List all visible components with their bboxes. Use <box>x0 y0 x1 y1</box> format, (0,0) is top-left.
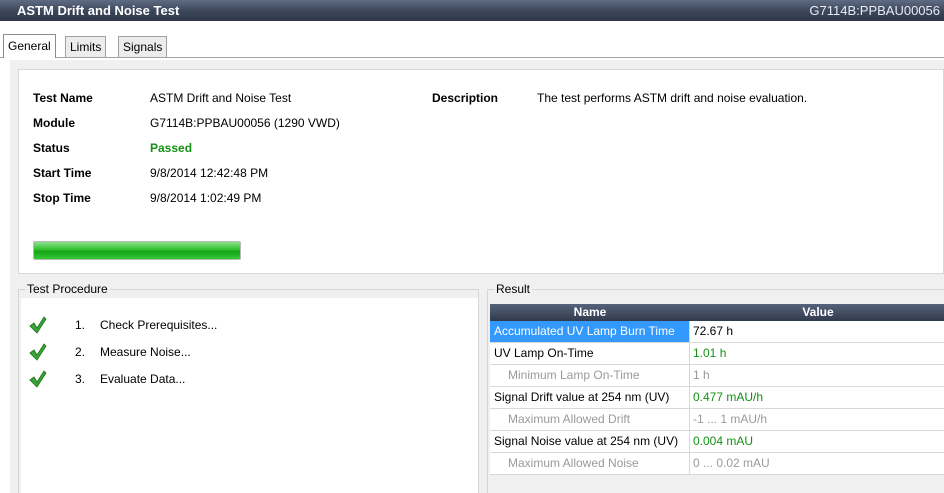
column-header-name[interactable]: Name <box>490 305 690 319</box>
table-row[interactable]: Accumulated UV Lamp Burn Time 72.67 h <box>490 321 944 343</box>
test-info-panel: Test Name ASTM Drift and Noise Test Modu… <box>18 69 944 274</box>
status-value: Passed <box>150 141 193 155</box>
result-name-cell: Maximum Allowed Noise <box>490 453 690 474</box>
step-label: Evaluate Data... <box>100 372 186 386</box>
window-title: ASTM Drift and Noise Test <box>17 3 180 18</box>
start-time-label: Start Time <box>33 166 92 180</box>
column-header-value[interactable]: Value <box>692 305 944 319</box>
table-row[interactable]: Maximum Allowed Drift -1 ... 1 mAU/h <box>490 409 944 431</box>
checkmark-icon <box>29 316 47 334</box>
step-number: 2. <box>75 345 86 359</box>
result-value-cell: 0 ... 0.02 mAU <box>693 456 770 470</box>
result-value-cell: 1 h <box>693 368 710 382</box>
result-name-cell: Signal Noise value at 254 nm (UV) <box>490 431 690 452</box>
result-name-cell: Minimum Lamp On-Time <box>490 365 690 386</box>
result-name-cell: Accumulated UV Lamp Burn Time <box>490 321 690 342</box>
tab-limits[interactable]: Limits <box>65 36 107 57</box>
stop-time-label: Stop Time <box>33 191 91 205</box>
result-table-header: Name Value <box>490 304 944 321</box>
instrument-id: G7114B:PPBAU00056 <box>809 3 940 18</box>
progress-fill <box>34 242 240 259</box>
module-value: G7114B:PPBAU00056 (1290 VWD) <box>150 116 340 130</box>
step-number: 3. <box>75 372 86 386</box>
test-name-label: Test Name <box>33 91 93 105</box>
tab-strip: General Limits Signals <box>0 21 944 60</box>
module-label: Module <box>33 116 75 130</box>
description-value: The test performs ASTM drift and noise e… <box>537 91 808 105</box>
step-label: Check Prerequisites... <box>100 318 218 332</box>
start-time-value: 9/8/2014 12:42:48 PM <box>150 166 269 180</box>
step-label: Measure Noise... <box>100 345 191 359</box>
tab-signals[interactable]: Signals <box>118 36 168 57</box>
test-procedure-group: Test Procedure 1. Check Prerequisites...… <box>18 282 479 493</box>
test-procedure-title: Test Procedure <box>25 282 110 296</box>
checkmark-icon <box>29 370 47 388</box>
result-table: Name Value Accumulated UV Lamp Burn Time… <box>490 304 944 475</box>
result-name-cell: UV Lamp On-Time <box>490 343 690 364</box>
result-name-cell: Signal Drift value at 254 nm (UV) <box>490 387 690 408</box>
result-title: Result <box>494 282 533 296</box>
table-row[interactable]: Signal Noise value at 254 nm (UV) 0.004 … <box>490 431 944 453</box>
test-name-value: ASTM Drift and Noise Test <box>150 91 292 105</box>
result-value-cell: -1 ... 1 mAU/h <box>693 412 768 426</box>
test-progress-bar <box>33 241 241 260</box>
general-panel: Test Name ASTM Drift and Noise Test Modu… <box>10 60 944 493</box>
result-value-cell: 1.01 h <box>693 346 727 360</box>
result-group: Result Name Value Accumulated UV Lamp Bu… <box>487 282 944 493</box>
result-value-cell: 0.477 mAU/h <box>693 390 764 404</box>
tab-general[interactable]: General <box>3 34 56 58</box>
checkmark-icon <box>29 343 47 361</box>
result-value-cell: 72.67 h <box>693 324 734 338</box>
result-value-cell: 0.004 mAU <box>693 434 754 448</box>
step-number: 1. <box>75 318 86 332</box>
table-row[interactable]: Signal Drift value at 254 nm (UV) 0.477 … <box>490 387 944 409</box>
title-bar: ASTM Drift and Noise Test G7114B:PPBAU00… <box>0 0 944 21</box>
test-procedure-list: 1. Check Prerequisites... 2. Measure Noi… <box>21 298 478 493</box>
table-row[interactable]: Maximum Allowed Noise 0 ... 0.02 mAU <box>490 453 944 475</box>
stop-time-value: 9/8/2014 1:02:49 PM <box>150 191 262 205</box>
table-row[interactable]: UV Lamp On-Time 1.01 h <box>490 343 944 365</box>
status-label: Status <box>33 141 70 155</box>
tab-divider <box>0 57 944 58</box>
table-row[interactable]: Minimum Lamp On-Time 1 h <box>490 365 944 387</box>
result-name-cell: Maximum Allowed Drift <box>490 409 690 430</box>
description-label: Description <box>432 91 499 105</box>
